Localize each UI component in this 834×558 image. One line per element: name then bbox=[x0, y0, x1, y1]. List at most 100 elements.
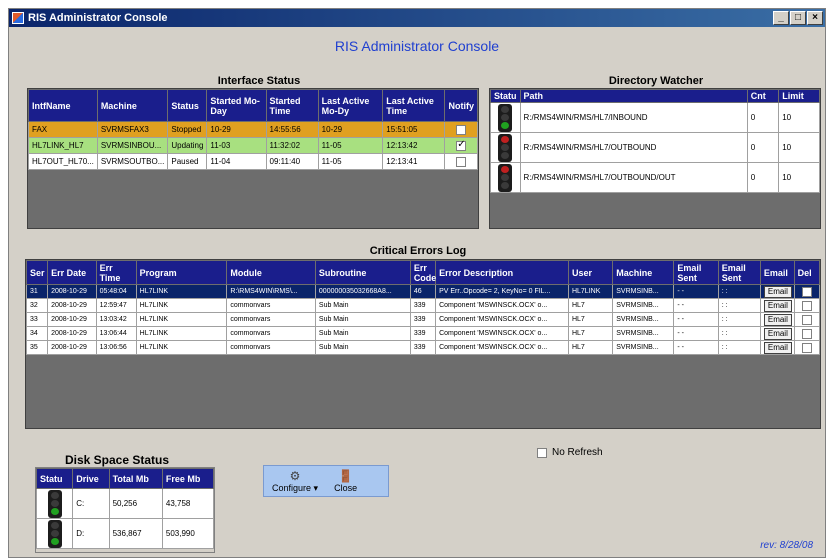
notify-checkbox[interactable] bbox=[456, 139, 467, 151]
error-row[interactable]: 31 2008-10-29 05:48:04 HL7LINK R:\RMS4WIN\RM… bbox=[25, 284, 821, 299]
cell-user: HL7 bbox=[567, 326, 614, 341]
cell-machine: SVRMSINB... bbox=[612, 298, 675, 313]
column-header[interactable]: Notify bbox=[444, 89, 478, 122]
email-button[interactable]: Email bbox=[763, 285, 792, 298]
email-button[interactable]: Email bbox=[763, 299, 792, 312]
column-header[interactable]: Drive bbox=[72, 468, 110, 489]
directory-row[interactable]: R:/RMS4WIN/RMS/HL7/OUTBOUND/OUT 0 10 bbox=[490, 162, 820, 193]
cell-last_md: 11-05 bbox=[317, 137, 384, 154]
column-header[interactable]: Last Active Time bbox=[382, 89, 446, 122]
column-header[interactable]: Module bbox=[226, 260, 316, 285]
delete-checkbox[interactable] bbox=[801, 314, 812, 325]
delete-checkbox[interactable] bbox=[801, 328, 812, 339]
directory-watcher-table: Statu Path Cnt Limit R:/RMS4WIN/RMS/HL7/INB… bbox=[490, 89, 820, 193]
delete-checkbox[interactable] bbox=[801, 342, 812, 353]
column-header[interactable]: Email Sent bbox=[717, 260, 761, 285]
column-header[interactable]: Machine bbox=[96, 89, 169, 122]
column-header[interactable]: Err Time bbox=[95, 260, 137, 285]
column-header[interactable]: Del bbox=[793, 260, 821, 285]
cell-time: 13:06:56 bbox=[95, 340, 137, 355]
column-header[interactable]: Email Sent bbox=[673, 260, 719, 285]
disk-row[interactable]: C: 50,256 43,758 bbox=[35, 488, 215, 519]
column-header[interactable]: Status bbox=[167, 89, 208, 122]
column-header[interactable]: Email bbox=[759, 260, 795, 285]
error-row[interactable]: 35 2008-10-29 13:06:56 HL7LINK commonvars Sub… bbox=[25, 340, 821, 355]
cell-desc: Component 'MSWINSCK.OCX' o... bbox=[435, 298, 569, 313]
error-row[interactable]: 32 2008-10-29 12:59:47 HL7LINK commonvars Sub… bbox=[25, 298, 821, 313]
cell-program: HL7LINK bbox=[135, 284, 228, 299]
cell-desc: Component 'MSWINSCK.OCX' o... bbox=[435, 340, 569, 355]
cell-total: 536,867 bbox=[108, 518, 163, 549]
column-header[interactable]: Total Mb bbox=[108, 468, 163, 489]
interface-row[interactable]: FAX SVRMSFAX3 Stopped 10-29 14:55:56 10-29 15:… bbox=[28, 121, 478, 138]
disk-row[interactable]: D: 536,867 503,990 bbox=[35, 518, 215, 549]
delete-checkbox[interactable] bbox=[801, 286, 812, 297]
column-header[interactable]: IntfName bbox=[28, 89, 98, 122]
cell-delete bbox=[793, 284, 821, 299]
column-header[interactable]: Machine bbox=[612, 260, 675, 285]
cell-sub: Sub Main bbox=[314, 340, 411, 355]
email-button[interactable]: Email bbox=[763, 341, 792, 354]
delete-checkbox[interactable] bbox=[801, 300, 812, 311]
directory-watcher-panel: Statu Path Cnt Limit R:/RMS4WIN/RMS/HL7/INB… bbox=[489, 88, 821, 229]
directory-row[interactable]: R:/RMS4WIN/RMS/HL7/OUTBOUND 0 10 bbox=[490, 132, 820, 163]
interface-row[interactable]: HL7LINK_HL7 SVRMSINBOU... Updating 11-03 11:… bbox=[28, 137, 478, 154]
cell-desc: Component 'MSWINSCK.OCX' o... bbox=[435, 312, 569, 327]
traffic-light-icon bbox=[47, 489, 62, 518]
cell-code: 339 bbox=[409, 312, 437, 327]
cell-count: 0 bbox=[746, 102, 780, 133]
column-header[interactable]: Err Date bbox=[47, 260, 97, 285]
column-header[interactable]: Ser bbox=[25, 260, 49, 285]
cell-name: FAX bbox=[28, 121, 98, 138]
column-header[interactable]: Started Mo-Day bbox=[206, 89, 267, 122]
cell-email: Email bbox=[759, 298, 795, 313]
column-header[interactable]: Started Time bbox=[265, 89, 319, 122]
maximize-button[interactable]: □ bbox=[790, 11, 806, 25]
cell-status: Updating bbox=[167, 137, 208, 154]
configure-button[interactable]: ⚙ Configure ▾ bbox=[264, 466, 326, 496]
no-refresh-checkbox[interactable] bbox=[537, 447, 547, 458]
interface-row[interactable]: HL7OUT_HL70... SVRMSOUTBO... Paused 11-04 09… bbox=[28, 153, 478, 170]
cell-free: 503,990 bbox=[161, 518, 215, 549]
no-refresh-label: No Refresh bbox=[552, 447, 603, 458]
column-header[interactable]: Program bbox=[135, 260, 228, 285]
column-header[interactable]: Limit bbox=[778, 89, 820, 103]
column-header[interactable]: Free Mb bbox=[161, 468, 215, 489]
email-button[interactable]: Email bbox=[763, 327, 792, 340]
column-header[interactable]: Err Code bbox=[409, 260, 436, 285]
error-row[interactable]: 34 2008-10-29 13:06:44 HL7LINK commonvars Sub… bbox=[25, 326, 821, 341]
column-header[interactable]: Subroutine bbox=[314, 260, 411, 285]
minimize-button[interactable]: _ bbox=[773, 11, 789, 25]
column-header[interactable]: Cnt bbox=[746, 89, 780, 103]
no-refresh-control[interactable]: No Refresh bbox=[537, 447, 603, 458]
cell-last_md: 10-29 bbox=[317, 121, 384, 138]
cell-program: HL7LINK bbox=[135, 312, 228, 327]
cell-sent2: : : bbox=[717, 340, 761, 355]
close-window-button[interactable]: × bbox=[807, 11, 823, 25]
cell-status bbox=[35, 488, 74, 519]
close-button[interactable]: 🚪 Close bbox=[326, 466, 365, 496]
error-row[interactable]: 33 2008-10-29 13:03:42 HL7LINK commonvars Sub… bbox=[25, 312, 821, 327]
column-header[interactable]: Path bbox=[519, 89, 748, 103]
email-button[interactable]: Email bbox=[763, 313, 792, 326]
traffic-light-icon bbox=[498, 103, 513, 132]
cell-start_time: 14:55:56 bbox=[265, 121, 319, 138]
directory-row[interactable]: R:/RMS4WIN/RMS/HL7/INBOUND 0 10 bbox=[490, 102, 820, 133]
cell-path: R:/RMS4WIN/RMS/HL7/OUTBOUND/OUT bbox=[519, 162, 748, 193]
column-header[interactable]: Error Description bbox=[435, 260, 569, 285]
notify-checkbox[interactable] bbox=[456, 156, 467, 167]
cell-limit: 10 bbox=[778, 132, 820, 163]
cell-sub: Sub Main bbox=[314, 298, 411, 313]
cell-start_md: 10-29 bbox=[206, 121, 267, 138]
column-header[interactable]: Statu bbox=[35, 468, 74, 489]
cell-sent2: : : bbox=[717, 284, 761, 299]
cell-time: 12:59:47 bbox=[95, 298, 137, 313]
window-title: RIS Administrator Console bbox=[28, 12, 168, 24]
cell-date: 2008-10-29 bbox=[47, 298, 97, 313]
column-header[interactable]: Last Active Mo-Dy bbox=[317, 89, 384, 122]
cell-email: Email bbox=[759, 340, 795, 355]
column-header[interactable]: Statu bbox=[490, 89, 521, 103]
notify-checkbox[interactable] bbox=[456, 124, 467, 135]
cell-user: HL7LINK bbox=[567, 284, 614, 299]
column-header[interactable]: User bbox=[567, 260, 614, 285]
